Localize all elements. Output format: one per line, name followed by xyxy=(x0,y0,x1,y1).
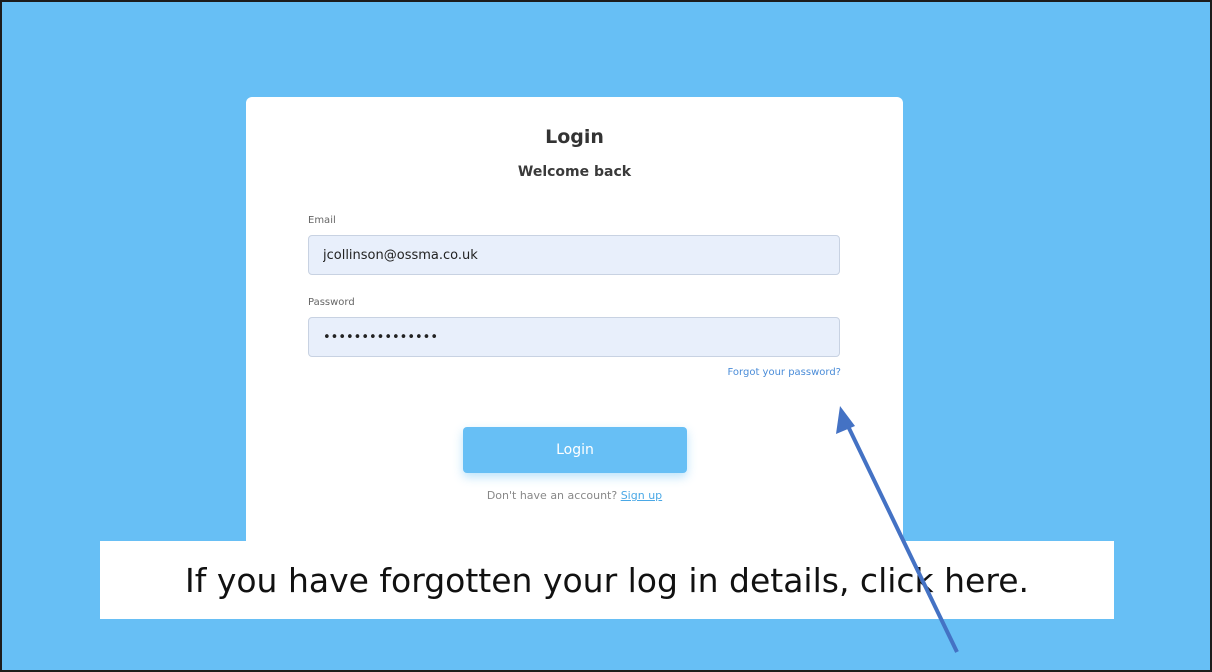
slide-background: Login Welcome back Email Password ••••••… xyxy=(0,0,1212,672)
arrow-head xyxy=(836,406,855,434)
arrow-shaft xyxy=(844,421,959,653)
arrow-pointer-icon xyxy=(836,406,959,653)
